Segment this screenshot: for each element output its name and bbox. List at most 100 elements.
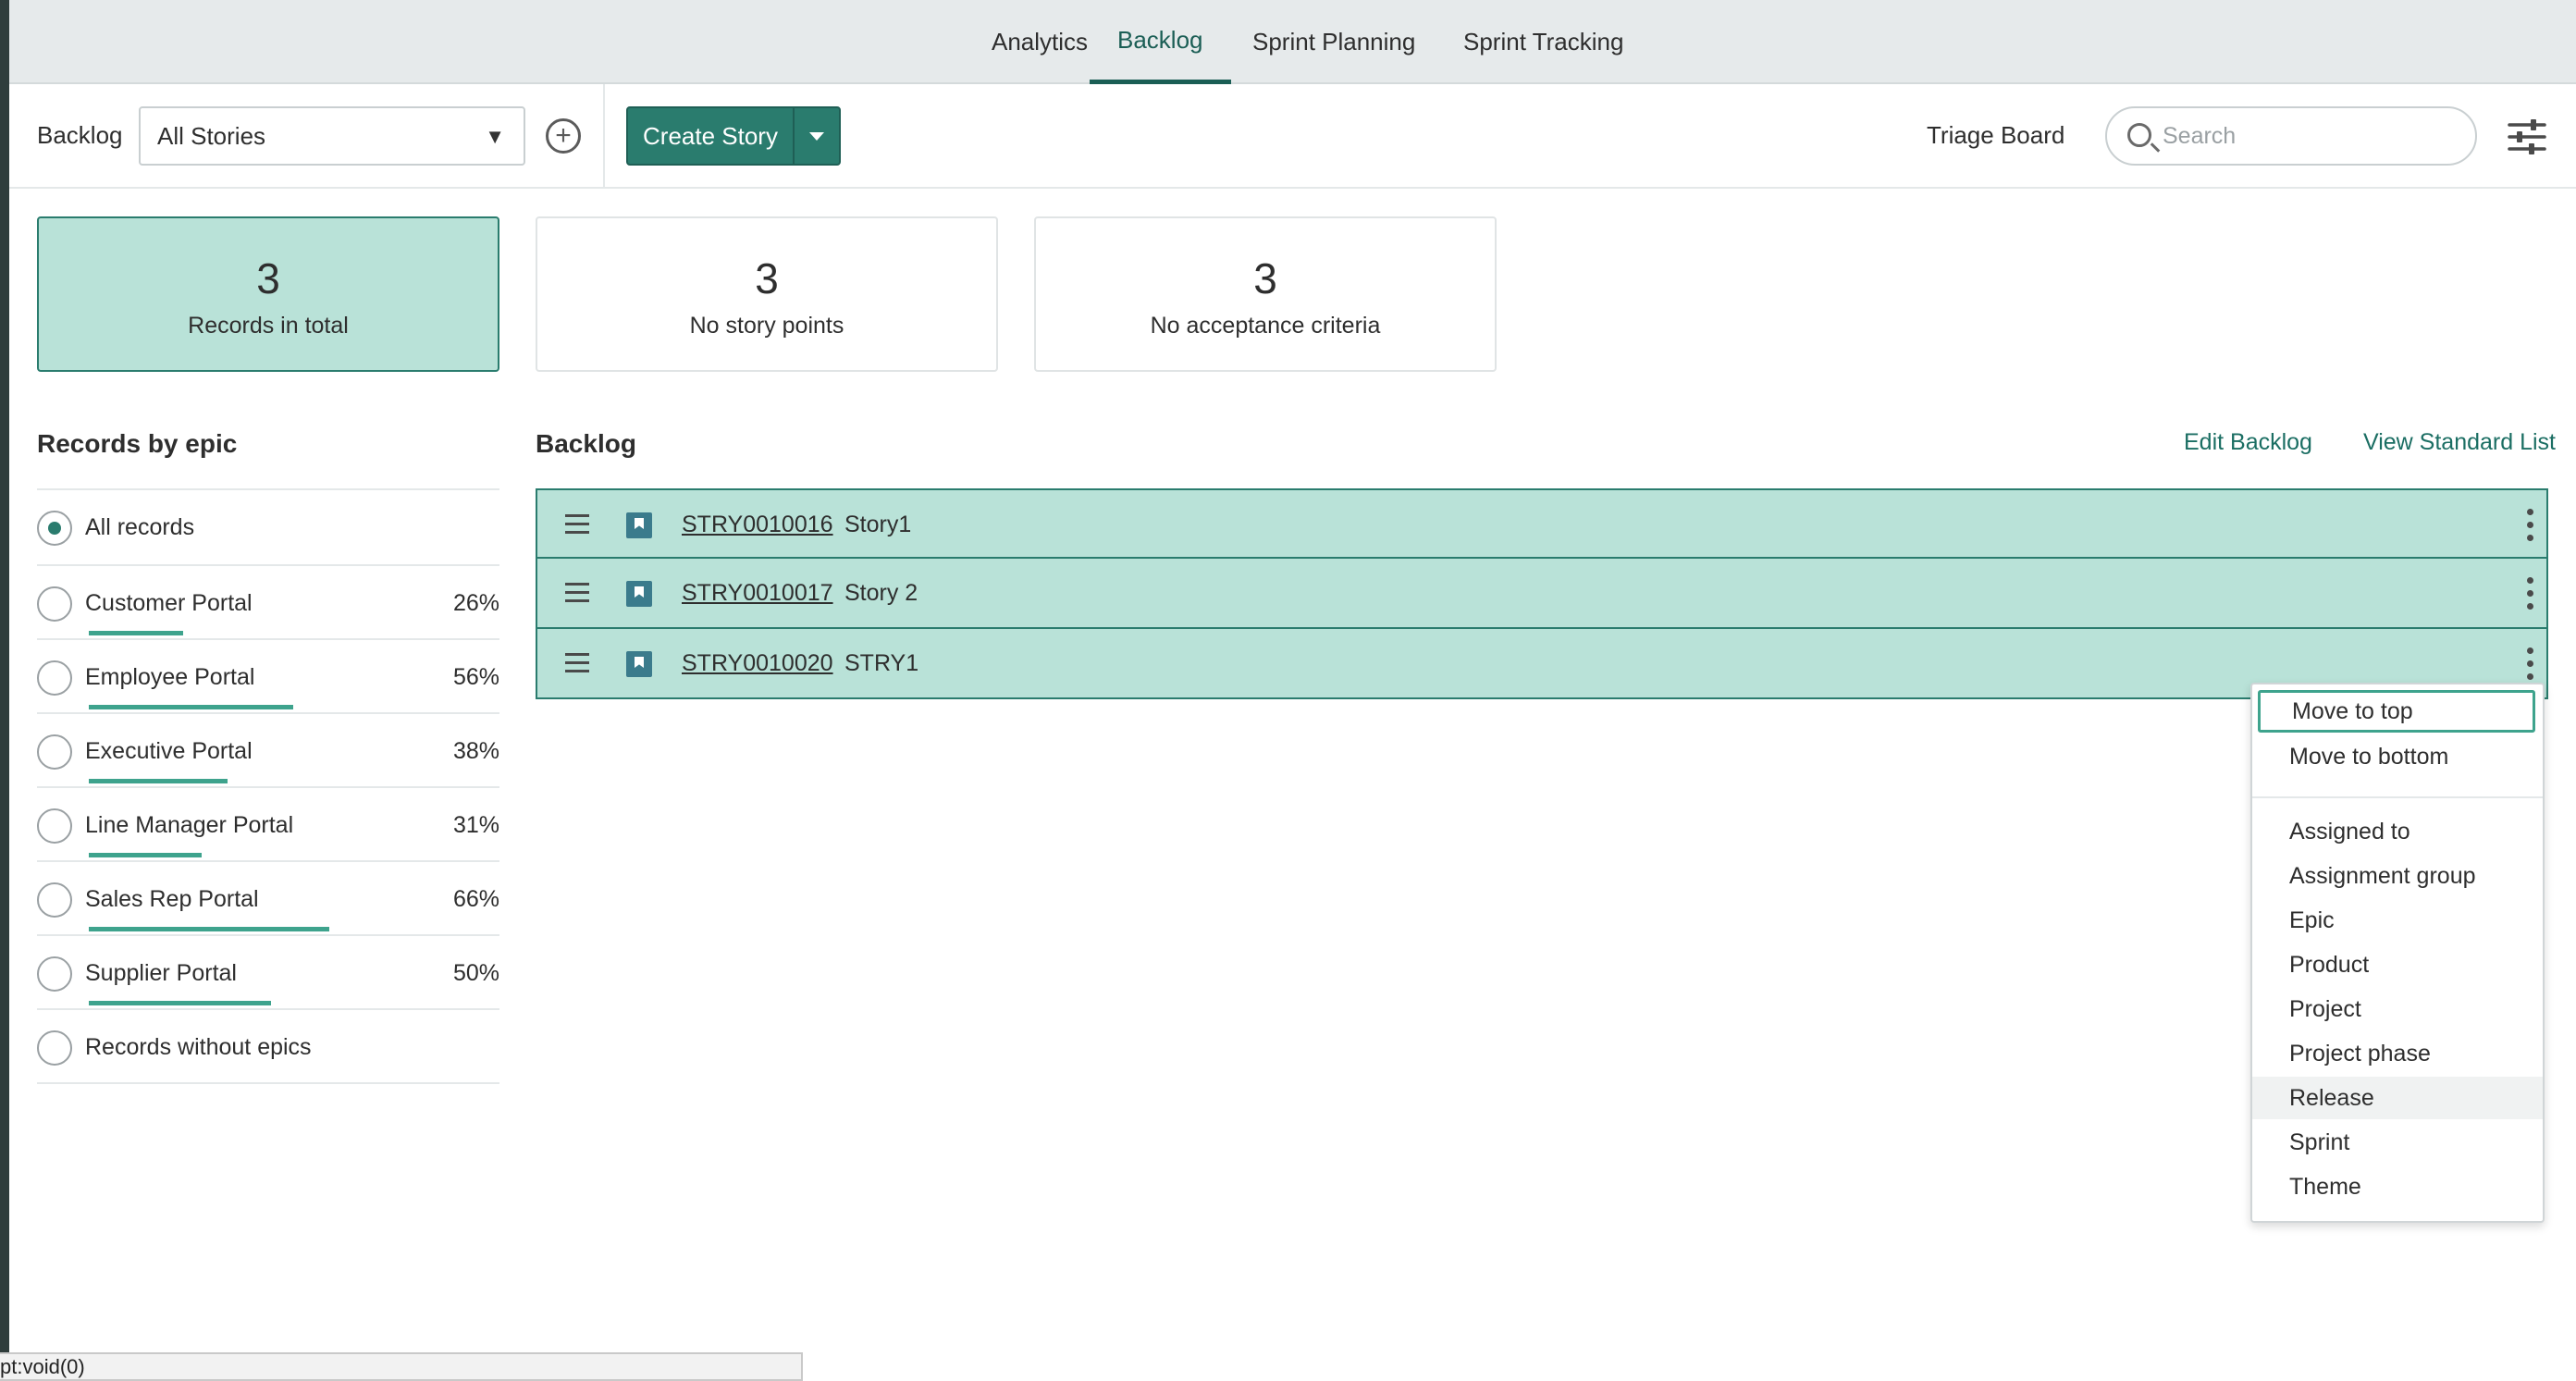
story-row[interactable]: STRY0010016 Story1	[536, 488, 2548, 559]
epic-percent: 66%	[452, 886, 499, 912]
summary-card-no-acceptance-criteria[interactable]: 3 No acceptance criteria	[1034, 216, 1497, 372]
story-row[interactable]: STRY0010020 STRY1	[536, 629, 2548, 699]
story-number-link[interactable]: STRY0010017	[682, 580, 833, 607]
menu-item-project-phase[interactable]: Project phase	[2252, 1032, 2543, 1075]
menu-item-assignment-group[interactable]: Assignment group	[2252, 855, 2543, 897]
menu-separator	[2252, 796, 2543, 798]
epic-name: Customer Portal	[85, 590, 253, 616]
epic-percent: 38%	[452, 738, 499, 764]
more-vertical-icon[interactable]	[2522, 507, 2537, 544]
more-vertical-icon[interactable]	[2522, 646, 2537, 683]
menu-item-assigned-to[interactable]: Assigned to	[2252, 810, 2543, 853]
story-title: Story1	[844, 512, 912, 537]
epics-divider	[37, 1082, 499, 1084]
summary-card-total[interactable]: 3 Records in total	[37, 216, 499, 372]
summary-count: 3	[755, 254, 779, 302]
epic-row-sales-rep-portal[interactable]: Sales Rep Portal 66%	[37, 860, 499, 934]
edit-backlog-link[interactable]: Edit Backlog	[2184, 429, 2312, 456]
triage-board-link[interactable]: Triage Board	[1927, 121, 2064, 150]
epic-radio[interactable]	[37, 586, 72, 622]
epic-percent: 31%	[452, 812, 499, 838]
backlog-label: Backlog	[37, 121, 123, 149]
epic-row-customer-portal[interactable]: Customer Portal 26%	[37, 564, 499, 638]
tab-sprint-tracking[interactable]: Sprint Tracking	[1436, 0, 1651, 84]
epic-progress-bar	[89, 631, 453, 635]
menu-item-epic[interactable]: Epic	[2252, 899, 2543, 942]
backlog-filter-select[interactable]: All Stories ▼	[139, 106, 525, 166]
menu-item-sprint[interactable]: Sprint	[2252, 1121, 2543, 1164]
epic-row-supplier-portal[interactable]: Supplier Portal 50%	[37, 934, 499, 1008]
summary-count: 3	[1253, 254, 1277, 302]
story-bookmark-icon	[626, 512, 652, 538]
add-circle-icon[interactable]: +	[546, 118, 581, 154]
create-story-button-group: Create Story	[626, 106, 841, 166]
view-standard-list-link[interactable]: View Standard List	[2363, 429, 2556, 456]
story-row[interactable]: STRY0010017 Story 2	[536, 559, 2548, 629]
drag-handle-icon[interactable]	[565, 514, 589, 535]
epic-radio[interactable]	[37, 1030, 72, 1066]
backlog-filter-value: All Stories	[157, 121, 266, 150]
top-nav: Analytics Backlog Sprint Planning Sprint…	[9, 0, 2576, 84]
menu-item-move-to-bottom[interactable]: Move to bottom	[2252, 735, 2543, 778]
epic-name: Line Manager Portal	[85, 812, 294, 838]
backlog-heading: Backlog	[536, 429, 636, 458]
epic-progress-fill	[89, 927, 330, 931]
epic-radio[interactable]	[37, 660, 72, 696]
browser-status-bar: pt:void(0)	[0, 1352, 803, 1381]
search-input[interactable]	[2163, 117, 2459, 154]
epic-row-employee-portal[interactable]: Employee Portal 56%	[37, 638, 499, 712]
search-icon	[2127, 123, 2151, 147]
summary-card-no-story-points[interactable]: 3 No story points	[536, 216, 998, 372]
menu-item-theme[interactable]: Theme	[2252, 1165, 2543, 1208]
epic-progress-bar	[89, 779, 453, 783]
backlog-list: STRY0010016 Story1 STRY0010017 Story 2 S…	[536, 488, 2548, 699]
window-left-edge	[0, 0, 9, 1381]
epic-percent: 56%	[452, 664, 499, 690]
drag-handle-icon[interactable]	[565, 583, 589, 603]
menu-item-project[interactable]: Project	[2252, 988, 2543, 1030]
create-story-dropdown-icon[interactable]	[795, 108, 839, 164]
epic-name: Sales Rep Portal	[85, 886, 259, 912]
menu-item-release[interactable]: Release	[2252, 1077, 2543, 1119]
menu-item-product[interactable]: Product	[2252, 943, 2543, 986]
story-number-link[interactable]: STRY0010020	[682, 650, 833, 677]
filter-settings-icon[interactable]	[2507, 117, 2547, 157]
epic-radio[interactable]	[37, 956, 72, 992]
epic-progress-bar	[89, 1001, 453, 1005]
epic-progress-fill	[89, 853, 203, 857]
toolbar: Backlog All Stories ▼ + Create Story Tri…	[9, 84, 2576, 189]
tab-sprint-planning[interactable]: Sprint Planning	[1225, 0, 1443, 84]
epic-name: All records	[85, 514, 195, 540]
epic-radio[interactable]	[37, 882, 72, 918]
menu-item-move-to-top[interactable]: Move to top	[2258, 690, 2535, 733]
epic-radio[interactable]	[37, 511, 72, 546]
epic-progress-fill	[89, 631, 184, 635]
caret-down-icon: ▼	[485, 125, 505, 148]
story-context-menu: Move to top Move to bottom Assigned to A…	[2250, 683, 2545, 1223]
drag-handle-icon[interactable]	[565, 653, 589, 673]
epic-row-executive-portal[interactable]: Executive Portal 38%	[37, 712, 499, 786]
tab-backlog[interactable]: Backlog	[1090, 0, 1231, 84]
epic-row-line-manager-portal[interactable]: Line Manager Portal 31%	[37, 786, 499, 860]
epic-percent: 26%	[452, 590, 499, 616]
create-story-button[interactable]: Create Story	[628, 108, 795, 164]
more-vertical-icon[interactable]	[2522, 575, 2537, 612]
epic-name: Supplier Portal	[85, 960, 237, 986]
epic-progress-bar	[89, 853, 453, 857]
epic-radio[interactable]	[37, 808, 72, 844]
epic-progress-bar	[89, 927, 453, 931]
epic-name: Executive Portal	[85, 738, 253, 764]
records-by-epic-heading: Records by epic	[37, 429, 238, 458]
epic-row-all-records[interactable]: All records	[37, 488, 499, 562]
epic-name: Records without epics	[85, 1034, 312, 1060]
epic-name: Employee Portal	[85, 664, 255, 690]
story-number-link[interactable]: STRY0010016	[682, 512, 833, 538]
epic-row-records-without-epics[interactable]: Records without epics	[37, 1008, 499, 1082]
toolbar-divider	[603, 84, 605, 189]
story-title: STRY1	[844, 650, 919, 676]
epic-progress-bar	[89, 705, 453, 709]
epic-progress-fill	[89, 779, 228, 783]
story-bookmark-icon	[626, 651, 652, 677]
epic-radio[interactable]	[37, 734, 72, 770]
epic-percent: 50%	[452, 960, 499, 986]
